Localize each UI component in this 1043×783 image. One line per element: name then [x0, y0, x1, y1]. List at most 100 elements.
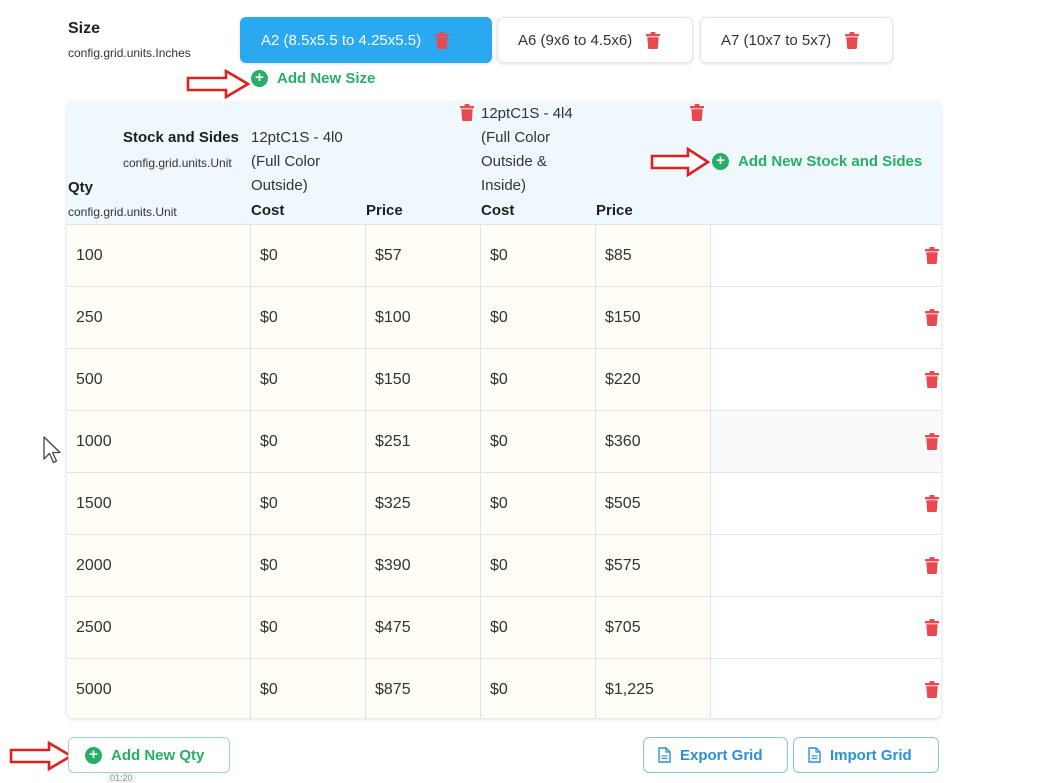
table-row: 100 $0 $57 $0 $85: [67, 224, 941, 286]
size-tab-label: A6 (9x6 to 4.5x6): [518, 31, 633, 49]
trash-icon[interactable]: [925, 371, 939, 393]
trash-icon[interactable]: [646, 31, 661, 49]
cost-cell[interactable]: $0: [251, 225, 366, 286]
cost-header-1: Cost: [251, 202, 285, 219]
stock-header-2: 12ptC1S - 4l4 (Full Color Outside & Insi…: [481, 102, 573, 198]
trash-icon[interactable]: [925, 619, 939, 641]
price-cell[interactable]: $475: [366, 597, 481, 658]
table-row: 2000 $0 $390 $0 $575: [67, 534, 941, 596]
trash-icon[interactable]: [925, 433, 939, 455]
price-grid: Stock and Sides config.grid.units.Unit Q…: [67, 102, 941, 718]
price-cell[interactable]: $390: [366, 535, 481, 596]
qty-cell[interactable]: 5000: [67, 659, 251, 718]
stock-1-line: Outside): [251, 177, 308, 194]
trash-icon[interactable]: [925, 309, 939, 331]
price-cell[interactable]: $100: [366, 287, 481, 348]
size-tab-a2[interactable]: A2 (8.5x5.5 to 4.25x5.5): [240, 17, 492, 63]
cost-cell[interactable]: $0: [481, 597, 596, 658]
table-row: 5000 $0 $875 $0 $1,225: [67, 658, 941, 718]
qty-cell[interactable]: 500: [67, 349, 251, 410]
trash-icon[interactable]: [925, 681, 939, 703]
cost-cell[interactable]: $0: [481, 287, 596, 348]
add-new-stock-button[interactable]: + Add New Stock and Sides: [712, 153, 922, 170]
stock-1-line: (Full Color: [251, 153, 321, 170]
cost-cell[interactable]: $0: [481, 349, 596, 410]
export-grid-label: Export Grid: [680, 746, 763, 764]
add-new-size-button[interactable]: + Add New Size: [251, 70, 375, 87]
stock-2-line: 12ptC1S - 4l4: [481, 105, 573, 122]
row-empty-area: [711, 535, 941, 596]
qty-cell[interactable]: 2500: [67, 597, 251, 658]
price-cell[interactable]: $85: [596, 225, 711, 286]
cost-cell[interactable]: $0: [481, 411, 596, 472]
right-arrow-annotation: [9, 741, 73, 771]
right-arrow-annotation: [186, 69, 250, 99]
price-cell[interactable]: $57: [366, 225, 481, 286]
stock-2-line: Inside): [481, 177, 527, 194]
add-new-qty-button[interactable]: + Add New Qty: [68, 737, 230, 773]
cost-cell[interactable]: $0: [251, 597, 366, 658]
export-grid-button[interactable]: Export Grid: [643, 737, 788, 773]
qty-cell[interactable]: 2000: [67, 535, 251, 596]
qty-cell[interactable]: 1500: [67, 473, 251, 534]
price-cell[interactable]: $325: [366, 473, 481, 534]
table-row: 250 $0 $100 $0 $150: [67, 286, 941, 348]
size-tab-a7[interactable]: A7 (10x7 to 5x7): [700, 17, 893, 63]
price-cell[interactable]: $575: [596, 535, 711, 596]
price-cell[interactable]: $1,225: [596, 659, 711, 718]
mouse-cursor-icon: [43, 436, 63, 469]
stock-2-line: (Full Color: [481, 129, 551, 146]
cost-cell[interactable]: $0: [251, 659, 366, 718]
price-cell[interactable]: $875: [366, 659, 481, 718]
row-empty-area: [711, 349, 941, 410]
cost-cell[interactable]: $0: [481, 535, 596, 596]
price-cell[interactable]: $150: [366, 349, 481, 410]
trash-icon[interactable]: [925, 495, 939, 517]
cost-cell[interactable]: $0: [481, 225, 596, 286]
qty-cell[interactable]: 100: [67, 225, 251, 286]
import-grid-button[interactable]: Import Grid: [793, 737, 939, 773]
cost-cell[interactable]: $0: [481, 473, 596, 534]
size-label: Size: [68, 20, 101, 37]
table-row: 500 $0 $150 $0 $220: [67, 348, 941, 410]
trash-icon[interactable]: [460, 104, 474, 121]
plus-circle-icon: +: [251, 70, 268, 87]
cost-cell[interactable]: $0: [251, 287, 366, 348]
trash-icon[interactable]: [845, 31, 860, 49]
price-cell[interactable]: $505: [596, 473, 711, 534]
price-cell[interactable]: $220: [596, 349, 711, 410]
price-cell[interactable]: $150: [596, 287, 711, 348]
price-header-1: Price: [366, 202, 403, 219]
price-cell[interactable]: $705: [596, 597, 711, 658]
plus-circle-icon: +: [85, 746, 102, 764]
row-empty-area: [711, 287, 941, 348]
cost-cell[interactable]: $0: [481, 659, 596, 718]
qty-unit: config.grid.units.Unit: [68, 205, 177, 219]
qty-cell[interactable]: 1000: [67, 411, 251, 472]
stock-2-line: Outside &: [481, 153, 547, 170]
table-row: 1500 $0 $325 $0 $505: [67, 472, 941, 534]
price-cell[interactable]: $251: [366, 411, 481, 472]
stock-and-sides-label: Stock and Sides: [123, 129, 239, 146]
trash-icon[interactable]: [435, 31, 450, 49]
plus-circle-icon: +: [712, 153, 729, 170]
size-unit: config.grid.units.Inches: [68, 46, 191, 60]
trash-icon[interactable]: [925, 247, 939, 269]
document-icon: [658, 747, 680, 763]
size-tab-label: A2 (8.5x5.5 to 4.25x5.5): [261, 31, 422, 49]
trash-icon[interactable]: [925, 557, 939, 579]
cost-cell[interactable]: $0: [251, 349, 366, 410]
trash-icon[interactable]: [690, 104, 704, 121]
size-tab-a6[interactable]: A6 (9x6 to 4.5x6): [497, 17, 693, 63]
cost-cell[interactable]: $0: [251, 473, 366, 534]
cost-cell[interactable]: $0: [251, 411, 366, 472]
cost-cell[interactable]: $0: [251, 535, 366, 596]
qty-cell[interactable]: 250: [67, 287, 251, 348]
stock-header-1: 12ptC1S - 4l0 (Full Color Outside): [251, 126, 343, 198]
price-cell[interactable]: $360: [596, 411, 711, 472]
add-new-stock-label: Add New Stock and Sides: [738, 153, 923, 170]
price-header-2: Price: [596, 202, 633, 219]
grid-body: 100 $0 $57 $0 $85 250 $0 $100 $0 $150 500 $0 $150 $0 $…: [67, 224, 941, 718]
table-row: 1000 $0 $251 $0 $360: [67, 410, 941, 472]
row-empty-area: [711, 659, 941, 718]
